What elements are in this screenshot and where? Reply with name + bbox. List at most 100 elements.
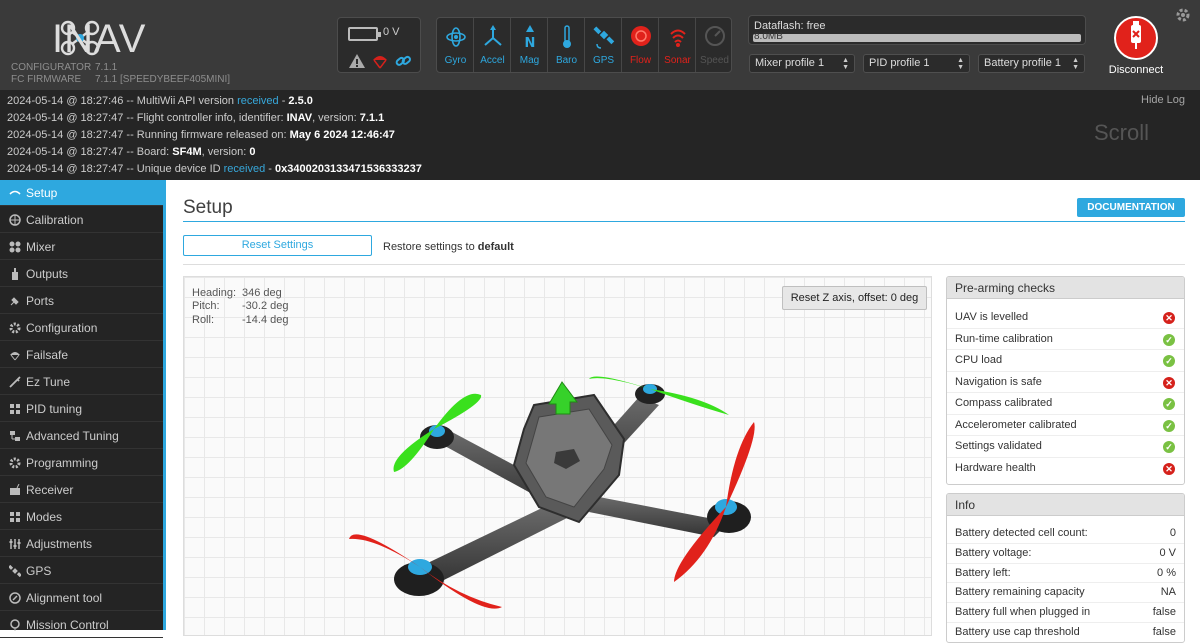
sidebar-item-mixer[interactable]: Mixer — [0, 234, 163, 260]
sensor-baro: Baro — [548, 18, 585, 72]
documentation-button[interactable]: DOCUMENTATION — [1077, 198, 1185, 217]
check-row: Accelerometer calibrated ✓ — [947, 415, 1184, 436]
fail-icon: ✕ — [1163, 462, 1175, 475]
gyro-icon — [446, 27, 466, 47]
disconnect-label[interactable]: Disconnect — [1098, 64, 1174, 76]
compass-icon: N — [525, 25, 535, 50]
check-row: Settings validated ✓ — [947, 436, 1184, 458]
fail-icon: ✕ — [1163, 312, 1175, 324]
app-name: INAV — [52, 17, 147, 61]
check-row: Navigation is safe ✕ — [947, 372, 1184, 393]
sidebar-item-programming[interactable]: Programming — [0, 450, 163, 476]
roll-readout: Roll: -14.4 deg — [192, 314, 289, 326]
heading-readout: Heading: 346 deg — [192, 287, 282, 299]
info-row: Battery detected cell count: 0 — [947, 524, 1184, 544]
sidebar-item-receiver[interactable]: Receiver — [0, 477, 163, 503]
log-panel: 2024-05-14 @ 18:27:46 -- MultiWii API ve… — [0, 90, 1200, 180]
pass-icon: ✓ — [1163, 333, 1175, 346]
setup-icon — [9, 190, 21, 195]
sidebar-nav: Setup Calibration Mixer Outputs Ports Co… — [0, 180, 166, 638]
check-row: CPU load ✓ — [947, 350, 1184, 372]
hide-log-button[interactable]: Hide Log — [1141, 94, 1185, 106]
sensor-accel: Accel — [474, 18, 511, 72]
page-title: Setup — [183, 197, 233, 218]
sidebar-item-ports[interactable]: Ports — [0, 288, 163, 314]
modes-icon — [10, 512, 20, 522]
info-row: Battery full when plugged in false — [947, 603, 1184, 623]
ports-icon — [10, 297, 19, 306]
mixer-profile-select[interactable]: Mixer profile 1 ▲ ▼ — [749, 54, 855, 73]
sensor-sonar: Sonar — [659, 18, 696, 72]
failsafe-icon — [10, 352, 20, 361]
disconnect-button[interactable] — [1114, 16, 1158, 60]
sidebar-item-modes[interactable]: Modes — [0, 504, 163, 530]
sidebar-item-gps[interactable]: GPS — [0, 558, 163, 584]
top-header: INAV CONFIGURATOR 7.1.1 FC FIRMWARE 7.1.1 … — [0, 0, 1200, 90]
settings-gear-icon[interactable] — [1174, 6, 1192, 24]
sidebar-item-calibration[interactable]: Calibration — [0, 207, 163, 233]
sidebar-item-configuration[interactable]: Configuration — [0, 315, 163, 341]
sidebar-item-pid-tuning[interactable]: PID tuning — [0, 396, 163, 422]
dataflash-status: Dataflash: free 8.0MB — [748, 15, 1086, 45]
select-arrows-icon: ▲ ▼ — [842, 57, 849, 71]
battery-voltage: 0 V — [383, 26, 400, 38]
reset-settings-button[interactable]: Reset Settings — [183, 235, 372, 256]
sensor-mag: N Mag — [511, 18, 548, 72]
speedometer-icon — [705, 26, 725, 46]
check-row: Compass calibrated ✓ — [947, 393, 1184, 415]
advanced-tuning-icon — [10, 431, 20, 441]
log-line: 2024-05-14 @ 18:27:47 -- Board: SF4M, ve… — [7, 146, 256, 158]
receiver-icon — [10, 484, 20, 495]
sidebar-item-outputs[interactable]: Outputs — [0, 261, 163, 287]
sidebar-item-ez-tune[interactable]: Ez Tune — [0, 369, 163, 395]
sidebar-item-alignment-tool[interactable]: Alignment tool — [0, 585, 163, 611]
accel-icon — [484, 25, 502, 46]
sidebar-item-failsafe[interactable]: Failsafe — [0, 342, 163, 368]
alignment-icon — [9, 592, 21, 604]
sidebar-item-advanced-tuning[interactable]: Advanced Tuning — [0, 423, 163, 449]
select-arrows-icon: ▲ ▼ — [1072, 57, 1079, 71]
battery-profile-select[interactable]: Battery profile 1 ▲ ▼ — [978, 54, 1085, 73]
dataflash-size: 8.0MB — [754, 31, 783, 42]
info-title: Info — [947, 494, 1184, 516]
battery-status: 0 V — [337, 17, 421, 73]
adjustments-icon — [9, 539, 21, 549]
pid-icon — [10, 404, 20, 414]
section-divider — [183, 264, 1185, 265]
check-row: UAV is levelled ✕ — [947, 307, 1184, 329]
check-row: Hardware health ✕ — [947, 458, 1184, 480]
mission-icon — [10, 619, 20, 631]
pass-icon: ✓ — [1163, 398, 1175, 410]
sensor-speed: Speed — [696, 18, 731, 72]
firmware-version-line: FC FIRMWARE 7.1.1 [SPEEDYBEEF405MINI] — [11, 74, 231, 85]
check-row: Run-time calibration ✓ — [947, 329, 1184, 350]
model-view-panel: Heading: 346 deg Pitch: -30.2 deg Roll: -14… — [183, 276, 932, 636]
restore-settings-text: Restore settings to default — [383, 241, 514, 253]
configuration-icon — [9, 322, 21, 334]
info-row: Battery voltage: 0 V — [947, 544, 1184, 564]
usb-disconnect-icon — [1131, 21, 1141, 49]
eztune-icon — [9, 376, 21, 388]
calibration-icon — [9, 214, 21, 226]
outputs-icon — [12, 268, 18, 280]
scroll-toggle[interactable]: Scroll — [1094, 120, 1149, 146]
reset-z-axis-button[interactable]: Reset Z axis, offset: 0 deg — [782, 286, 927, 310]
fail-icon: ✕ — [1163, 376, 1175, 389]
pid-profile-select[interactable]: PID profile 1 ▲ ▼ — [863, 54, 970, 73]
mixer-icon — [9, 241, 21, 253]
sidebar-item-mission-control[interactable]: Mission Control — [0, 612, 163, 638]
sidebar-item-setup[interactable]: Setup — [0, 180, 163, 206]
select-arrows-icon: ▲ ▼ — [957, 57, 964, 71]
sensor-gps: GPS — [585, 18, 622, 72]
title-divider — [183, 221, 1185, 222]
programming-icon — [9, 457, 21, 469]
info-panel: Info Battery detected cell count: 0 Batte… — [946, 493, 1185, 643]
pass-icon: ✓ — [1163, 355, 1175, 367]
pass-icon: ✓ — [1163, 419, 1175, 432]
prearming-title: Pre-arming checks — [947, 277, 1184, 299]
sonar-icon — [670, 29, 686, 47]
gps-icon — [9, 565, 21, 577]
sidebar-item-adjustments[interactable]: Adjustments — [0, 531, 163, 557]
dataflash-bar — [753, 34, 1081, 42]
battery-icon — [348, 27, 381, 41]
